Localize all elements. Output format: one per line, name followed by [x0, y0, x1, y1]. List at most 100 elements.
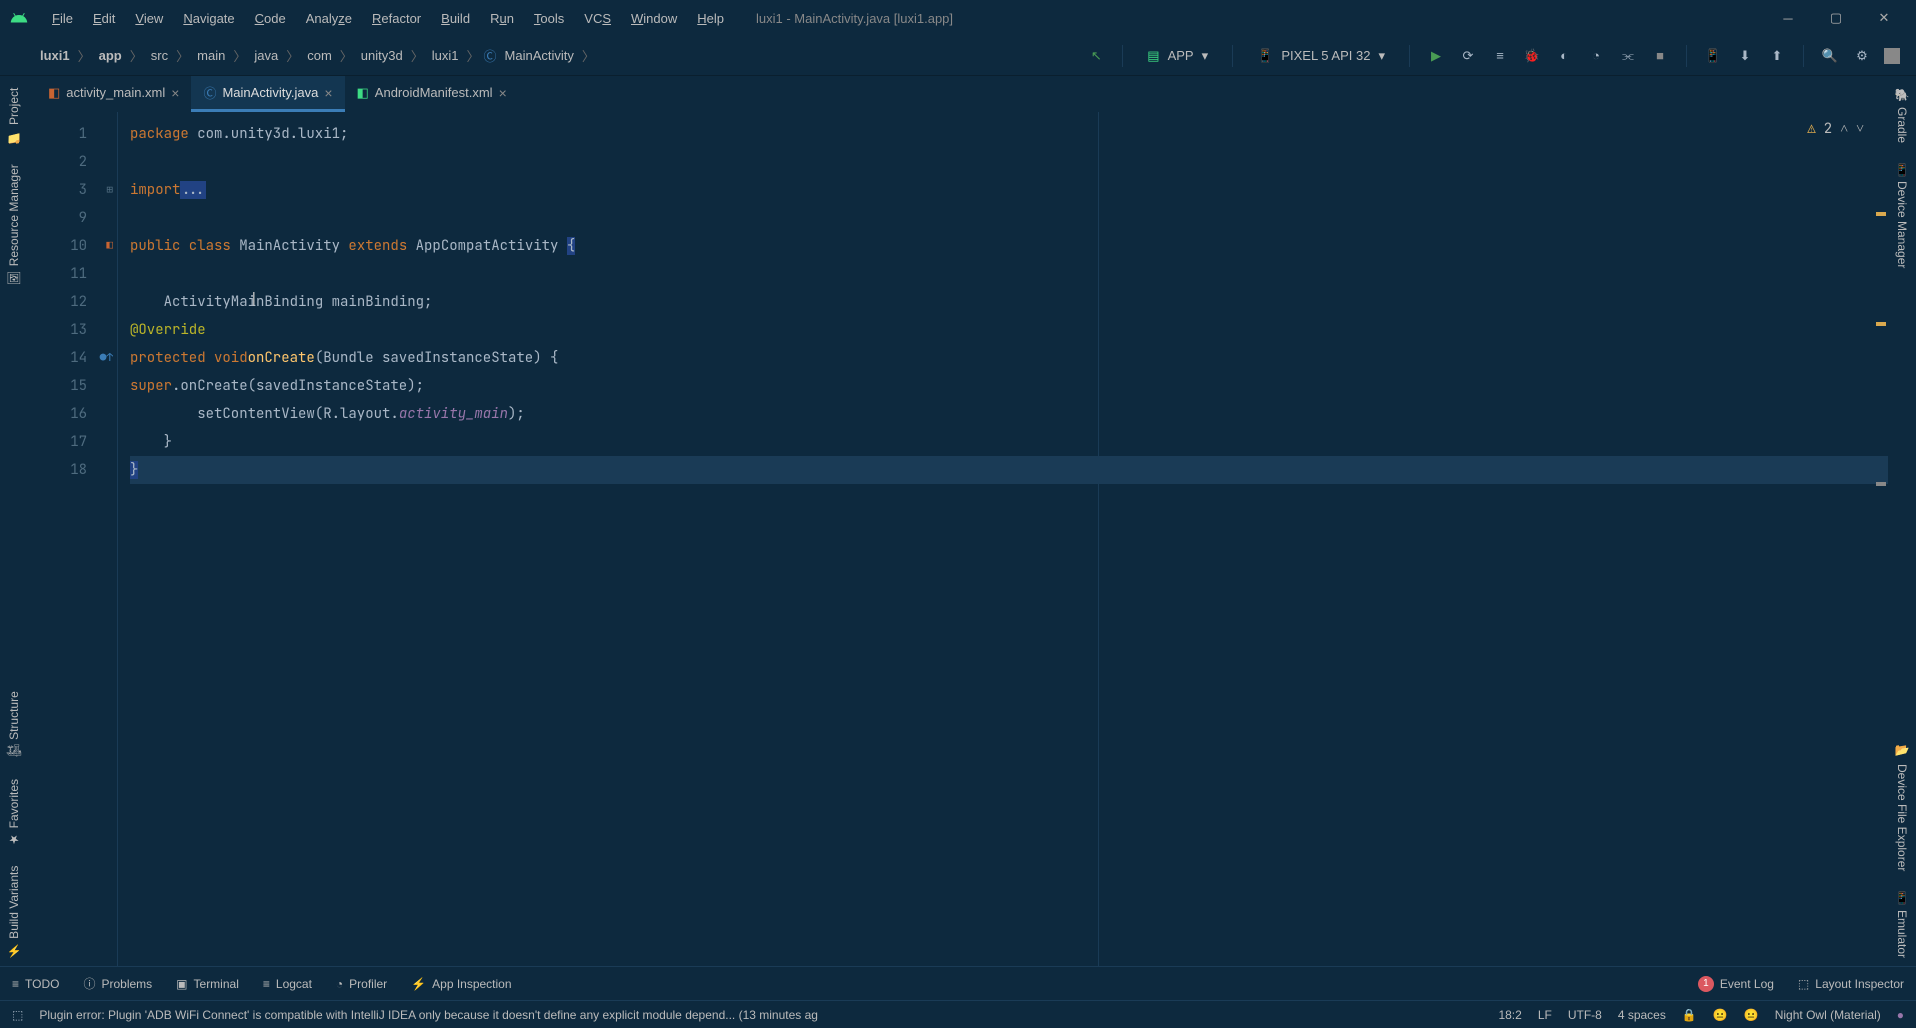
emoji-icon: 😐 [1713, 1008, 1728, 1022]
settings-icon[interactable]: ⚙ [1852, 46, 1872, 66]
sidebar-device-manager[interactable]: 📱Device Manager [1891, 155, 1913, 277]
tab-activity-main-xml[interactable]: ◧ activity_main.xml × [36, 76, 191, 112]
menu-edit[interactable]: Edit [85, 7, 123, 30]
chevron-up-icon[interactable]: ˄ [1840, 120, 1848, 138]
bottom-event-log[interactable]: 1 Event Log [1698, 976, 1774, 992]
crumb-class[interactable]: MainActivity [501, 46, 578, 65]
sidebar-build-variants[interactable]: ⚡Build Variants [3, 858, 25, 966]
gutter[interactable]: 1 2 3⊞ 9 10◧ 11 12 13 14●↑ 15 16 17 18 [28, 112, 118, 966]
right-toolwindow-bar: 🐘Gradle 📱Device Manager 📂Device File Exp… [1888, 76, 1916, 966]
theme-dot-icon: ● [1897, 1008, 1904, 1022]
resource-manager-icon[interactable]: ⬆ [1767, 46, 1787, 66]
close-tab-icon[interactable]: × [324, 85, 332, 101]
chevron-down-icon[interactable]: ˅ [1856, 120, 1864, 138]
crumb-root[interactable]: luxi1 [36, 46, 74, 65]
bottom-todo[interactable]: ≡TODO [12, 977, 59, 991]
readonly-icon[interactable]: 🔒 [1682, 1008, 1697, 1022]
error-stripe[interactable] [1874, 142, 1888, 966]
close-tab-icon[interactable]: × [499, 85, 507, 101]
status-message[interactable]: Plugin error: Plugin 'ADB WiFi Connect' … [39, 1008, 1482, 1022]
bottom-profiler[interactable]: ◔Profiler [336, 977, 387, 991]
java-class-icon: Ⓒ [203, 83, 216, 102]
profiler-icon[interactable]: ◔ [1586, 46, 1606, 66]
crumb-java[interactable]: java [250, 46, 282, 65]
line-separator[interactable]: LF [1538, 1008, 1552, 1022]
build-hammer-icon[interactable]: ↖ [1086, 46, 1106, 66]
menu-code[interactable]: Code [247, 7, 294, 30]
right-margin-ruler [1098, 112, 1099, 966]
menu-help[interactable]: Help [689, 7, 732, 30]
bottom-problems[interactable]: ⓘProblems [83, 975, 152, 992]
close-tab-icon[interactable]: × [171, 85, 179, 101]
avd-manager-icon[interactable]: 📱 [1703, 46, 1723, 66]
menu-vcs[interactable]: VCS [576, 7, 619, 30]
sdk-manager-icon[interactable]: ⬇ [1735, 46, 1755, 66]
device-select[interactable]: 📱 PIXEL 5 API 32 ▾ [1249, 44, 1393, 68]
sidebar-resource-manager[interactable]: 🖼Resource Manager [3, 156, 25, 293]
editor-tabs: ◧ activity_main.xml × Ⓒ MainActivity.jav… [28, 76, 1888, 112]
crumb-app[interactable]: app [95, 46, 126, 65]
crumb-luxi1[interactable]: luxi1 [428, 46, 463, 65]
event-count-badge: 1 [1698, 976, 1714, 992]
indent-settings[interactable]: 4 spaces [1618, 1008, 1666, 1022]
related-files-icon[interactable]: ◧ [106, 239, 113, 253]
crumb-src[interactable]: src [147, 46, 172, 65]
crumb-unity3d[interactable]: unity3d [357, 46, 407, 65]
bottom-logcat[interactable]: ≡Logcat [263, 977, 312, 991]
run-config-select[interactable]: ▤ APP ▾ [1139, 44, 1216, 68]
override-icon[interactable]: ●↑ [100, 351, 113, 365]
attach-debugger-icon[interactable]: ⫘ [1618, 46, 1638, 66]
sidebar-device-file-explorer[interactable]: 📂Device File Explorer [1891, 737, 1913, 879]
crumb-com[interactable]: com [303, 46, 336, 65]
chevron-down-icon: ▾ [1378, 48, 1385, 64]
tab-mainactivity-java[interactable]: Ⓒ MainActivity.java × [191, 76, 344, 112]
stop-button[interactable]: ■ [1650, 46, 1670, 66]
inspections-widget[interactable]: ⚠ 2 ˄ ˅ [1807, 120, 1864, 138]
code-text-area[interactable]: package com.unity3d.luxi1; import ... pu… [118, 112, 1888, 966]
menu-window[interactable]: Window [623, 7, 685, 30]
menu-analyze[interactable]: Analyze [298, 7, 360, 30]
emoji-icon: 😐 [1744, 1008, 1759, 1022]
bottom-toolwindow-bar: ≡TODO ⓘProblems ▣Terminal ≡Logcat ◔Profi… [0, 966, 1916, 1000]
xml-icon: ◧ [48, 85, 60, 101]
minimize-button[interactable]: ─ [1776, 6, 1800, 30]
sidebar-favorites[interactable]: ★Favorites [3, 771, 25, 854]
maximize-button[interactable]: ▢ [1824, 6, 1848, 30]
apply-changes-restart-icon[interactable]: ⟳ [1458, 46, 1478, 66]
class-icon: Ⓒ [484, 46, 497, 65]
theme-name[interactable]: Night Owl (Material) [1775, 1008, 1881, 1022]
menu-view[interactable]: View [127, 7, 171, 30]
menu-navigate[interactable]: Navigate [175, 7, 242, 30]
file-encoding[interactable]: UTF-8 [1568, 1008, 1602, 1022]
notifications-icon[interactable] [1884, 48, 1900, 64]
menu-tools[interactable]: Tools [526, 7, 572, 30]
bottom-terminal[interactable]: ▣Terminal [176, 977, 239, 991]
coverage-icon[interactable]: ◐ [1554, 46, 1574, 66]
left-toolwindow-bar: 📁Project 🖼Resource Manager 🏗Structure ★F… [0, 76, 28, 966]
run-button[interactable]: ▶ [1426, 46, 1446, 66]
close-button[interactable]: ✕ [1872, 6, 1896, 30]
tab-androidmanifest-xml[interactable]: ◧ AndroidManifest.xml × [345, 76, 519, 112]
menu-run[interactable]: Run [482, 7, 522, 30]
sidebar-structure[interactable]: 🏗Structure [3, 683, 25, 767]
sidebar-project[interactable]: 📁Project [3, 80, 25, 152]
crumb-main[interactable]: main [193, 46, 229, 65]
bottom-layout-inspector[interactable]: ⬚Layout Inspector [1798, 976, 1904, 992]
navigation-bar: luxi1〉 app〉 src〉 main〉 java〉 com〉 unity3… [0, 36, 1916, 76]
search-everywhere-icon[interactable]: 🔍 [1820, 46, 1840, 66]
menu-refactor[interactable]: Refactor [364, 7, 429, 30]
phone-icon: 📱 [1257, 48, 1273, 64]
menu-file[interactable]: File [44, 7, 81, 30]
sidebar-emulator[interactable]: 📱Emulator [1891, 883, 1913, 966]
menu-bar: File Edit View Navigate Code Analyze Ref… [0, 0, 1916, 36]
code-editor[interactable]: 1 2 3⊞ 9 10◧ 11 12 13 14●↑ 15 16 17 18 p… [28, 112, 1888, 966]
quick-access-icon[interactable]: ⬚ [12, 1008, 23, 1022]
fold-icon[interactable]: ⊞ [106, 183, 113, 197]
menu-build[interactable]: Build [433, 7, 478, 30]
bottom-app-inspection[interactable]: ⚡App Inspection [411, 977, 511, 991]
cursor-position[interactable]: 18:2 [1498, 1008, 1521, 1022]
sidebar-gradle[interactable]: 🐘Gradle [1891, 80, 1913, 151]
apply-code-changes-icon[interactable]: ≡ [1490, 46, 1510, 66]
manifest-icon: ◧ [357, 85, 369, 101]
debug-button[interactable]: 🐞 [1522, 46, 1542, 66]
